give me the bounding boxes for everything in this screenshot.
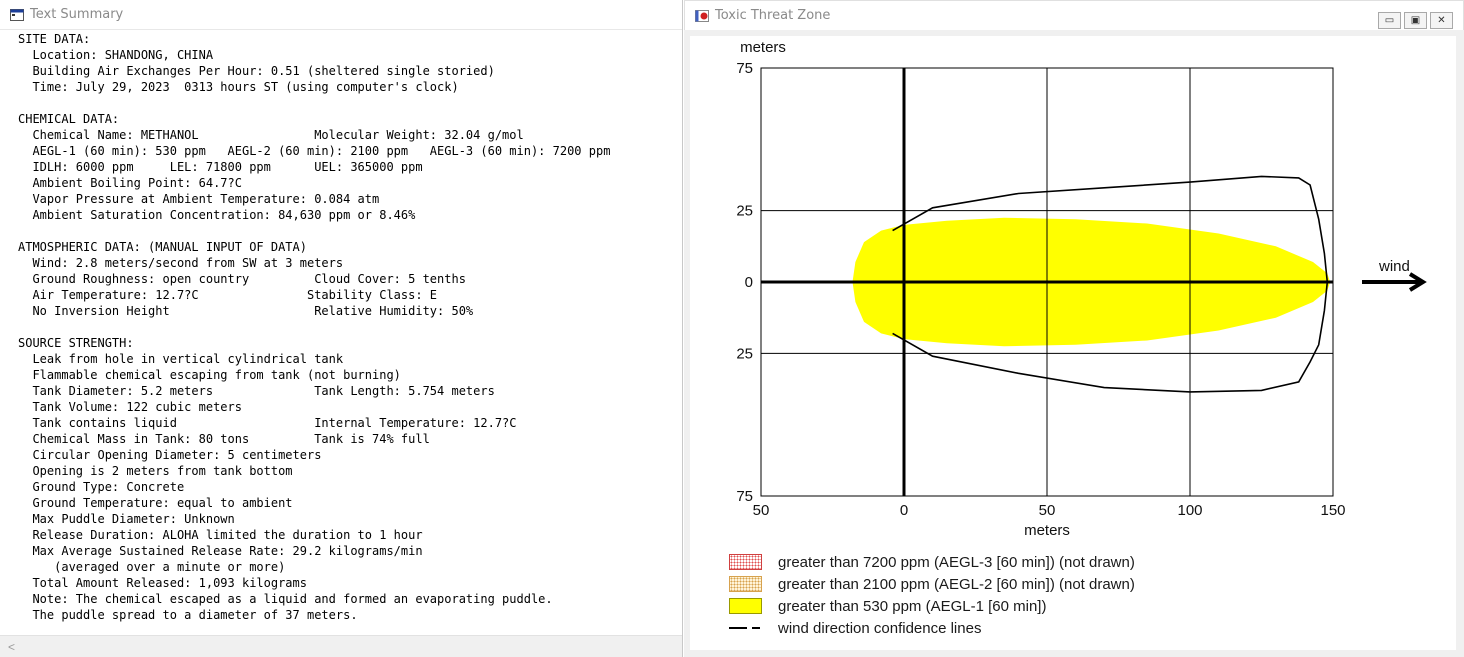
- x-tick-label: 100: [1177, 502, 1202, 519]
- summary-line: [18, 95, 682, 111]
- summary-line: [18, 223, 682, 239]
- window-controls: ▭ ▣ ✕: [1378, 12, 1453, 29]
- y-axis-title: meters: [740, 39, 786, 56]
- legend-label: greater than 7200 ppm (AEGL-3 [60 min]) …: [778, 553, 1135, 571]
- minimize-button[interactable]: ▭: [1378, 12, 1401, 29]
- y-tick-label: 25: [736, 345, 753, 362]
- app-window-icon: [10, 8, 24, 21]
- threat-zone-chart: 50 0 50 100 150 75 25 0 25 75 meters meters wind: [736, 39, 1427, 539]
- summary-line: IDLH: 6000 ppm LEL: 71800 ppm UEL: 36500…: [18, 160, 423, 174]
- y-tick-label: 25: [736, 203, 753, 220]
- summary-line: Wind: 2.8 meters/second from SW at 3 met…: [18, 256, 344, 270]
- summary-line: Max Puddle Diameter: Unknown: [18, 512, 235, 526]
- legend-swatch-aegl3: [729, 554, 762, 570]
- x-tick-label: 0: [900, 502, 908, 519]
- legend-swatch-aegl2: [729, 576, 762, 592]
- y-tick-label: 0: [745, 274, 753, 291]
- summary-line: SOURCE STRENGTH:: [18, 336, 134, 350]
- x-tick-label: 50: [753, 502, 770, 519]
- summary-line: CHEMICAL DATA:: [18, 112, 120, 126]
- summary-line: Tank Diameter: 5.2 meters Tank Length: 5…: [18, 384, 495, 398]
- summary-line: Max Average Sustained Release Rate: 29.2…: [18, 544, 423, 558]
- scroll-left-arrow[interactable]: <: [8, 640, 15, 654]
- restore-button[interactable]: ▣: [1404, 12, 1427, 29]
- summary-line: Chemical Mass in Tank: 80 tons Tank is 7…: [18, 432, 430, 446]
- summary-line: Note: The chemical escaped as a liquid a…: [18, 592, 553, 606]
- legend-swatch-aegl1: [729, 598, 762, 614]
- summary-line: Vapor Pressure at Ambient Temperature: 0…: [18, 192, 380, 206]
- summary-line: Flammable chemical escaping from tank (n…: [18, 368, 401, 382]
- legend-label: greater than 530 ppm (AEGL-1 [60 min]): [778, 597, 1047, 615]
- wind-label: wind: [1378, 258, 1410, 275]
- legend-item-wind: wind direction confidence lines: [729, 617, 1135, 639]
- legend: greater than 7200 ppm (AEGL-3 [60 min]) …: [729, 551, 1135, 639]
- close-button[interactable]: ✕: [1430, 12, 1453, 29]
- summary-text-area[interactable]: SITE DATA: Location: SHANDONG, CHINA Bui…: [0, 30, 682, 635]
- summary-line: Circular Opening Diameter: 5 centimeters: [18, 448, 322, 462]
- summary-line: Time: July 29, 2023 0313 hours ST (using…: [18, 80, 459, 94]
- summary-line: Tank contains liquid Internal Temperatur…: [18, 416, 517, 430]
- summary-line: Chemical Name: METHANOL Molecular Weight…: [18, 128, 524, 142]
- x-axis-title: meters: [1024, 522, 1070, 539]
- text-summary-title: Text Summary: [30, 7, 124, 22]
- threat-zone-titlebar[interactable]: Toxic Threat Zone ▭ ▣ ✕: [684, 0, 1464, 30]
- summary-line: Air Temperature: 12.7?C Stability Class:…: [18, 288, 438, 302]
- wind-arrow: wind: [1362, 258, 1427, 292]
- y-tick-label: 75: [736, 488, 753, 505]
- threat-zone-title: Toxic Threat Zone: [715, 8, 831, 23]
- summary-line: No Inversion Height Relative Humidity: 5…: [18, 304, 474, 318]
- legend-label: wind direction confidence lines: [778, 619, 982, 637]
- summary-line: SITE DATA:: [18, 32, 91, 46]
- legend-item-aegl1: greater than 530 ppm (AEGL-1 [60 min]): [729, 595, 1135, 617]
- threat-zone-app-icon: [695, 9, 709, 22]
- text-summary-titlebar[interactable]: Text Summary: [0, 0, 682, 30]
- legend-item-aegl2: greater than 2100 ppm (AEGL-2 [60 min]) …: [729, 573, 1135, 595]
- toxic-threat-zone-window: Toxic Threat Zone ▭ ▣ ✕ 50 0 50 100 150 75 25 0…: [684, 0, 1464, 657]
- summary-line: Release Duration: ALOHA limited the dura…: [18, 528, 423, 542]
- threat-zone-plot-area: 50 0 50 100 150 75 25 0 25 75 meters meters wind gr…: [690, 36, 1456, 650]
- summary-line: Leak from hole in vertical cylindrical t…: [18, 352, 344, 366]
- y-tick-label: 75: [736, 60, 753, 77]
- x-tick-label: 150: [1320, 502, 1345, 519]
- legend-item-aegl3: greater than 7200 ppm (AEGL-3 [60 min]) …: [729, 551, 1135, 573]
- summary-line: Ground Temperature: equal to ambient: [18, 496, 293, 510]
- summary-line: Tank Volume: 122 cubic meters: [18, 400, 242, 414]
- summary-line: (averaged over a minute or more): [18, 560, 286, 574]
- summary-line: ATMOSPHERIC DATA: (MANUAL INPUT OF DATA): [18, 240, 307, 254]
- summary-line: Ambient Saturation Concentration: 84,630…: [18, 208, 416, 222]
- x-tick-label: 50: [1039, 502, 1056, 519]
- summary-line: Ground Roughness: open country Cloud Cov…: [18, 272, 466, 286]
- summary-line: Total Amount Released: 1,093 kilograms: [18, 576, 307, 590]
- legend-label: greater than 2100 ppm (AEGL-2 [60 min]) …: [778, 575, 1135, 593]
- text-summary-window: Text Summary SITE DATA: Location: SHANDO…: [0, 0, 683, 657]
- horizontal-scrollbar[interactable]: <: [0, 635, 682, 657]
- summary-line: Opening is 2 meters from tank bottom: [18, 464, 293, 478]
- summary-line: Ambient Boiling Point: 64.7?C: [18, 176, 242, 190]
- summary-line: AEGL-1 (60 min): 530 ppm AEGL-2 (60 min)…: [18, 144, 611, 158]
- summary-line: Ground Type: Concrete: [18, 480, 185, 494]
- summary-line: Location: SHANDONG, CHINA: [18, 48, 214, 62]
- summary-line: The puddle spread to a diameter of 37 me…: [18, 608, 358, 622]
- legend-swatch-wind: [729, 620, 762, 636]
- summary-line: Building Air Exchanges Per Hour: 0.51 (s…: [18, 64, 495, 78]
- summary-line: [18, 319, 682, 335]
